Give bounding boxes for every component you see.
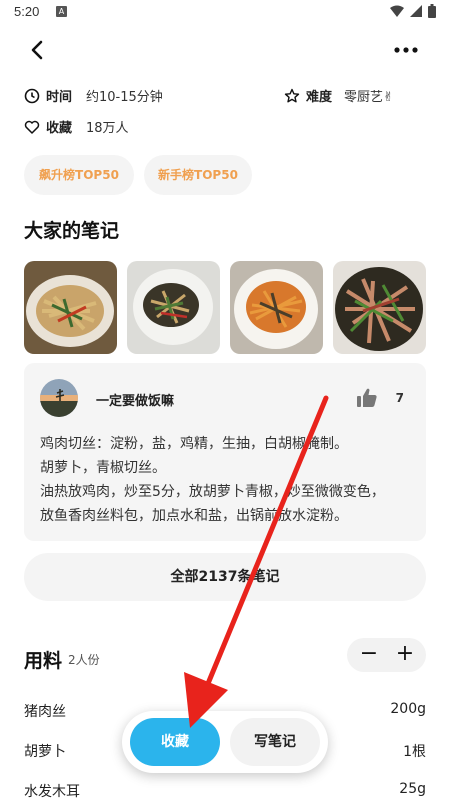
servings-stepper: − + — [347, 638, 426, 672]
all-notes-button[interactable]: 全部2137条笔记 — [24, 553, 426, 601]
avatar[interactable] — [40, 379, 78, 417]
favorites-label: 收藏 — [46, 121, 73, 136]
bottom-action-bar: 收藏 写笔记 — [122, 711, 328, 773]
clock-icon — [24, 88, 40, 103]
back-arrow-icon[interactable] — [24, 36, 52, 64]
note-photo-3[interactable] — [230, 261, 323, 354]
food-photo-1 — [24, 261, 117, 354]
ingredient-name: 水发木耳 — [24, 784, 80, 800]
ingredients-title: 用料 — [24, 650, 63, 672]
difficulty-info: 难度 零厨艺✌ — [284, 86, 394, 105]
difficulty-value: 零厨艺✌ — [344, 90, 394, 105]
status-bar: 5:20 A — [0, 0, 450, 24]
tag-beginner-top50[interactable]: 新手榜TOP50 — [144, 155, 252, 195]
food-photo-2 — [127, 261, 220, 354]
notification-icon: A — [56, 6, 67, 17]
ingredient-qty: 200g — [390, 701, 426, 717]
time-value: 约10-15分钟 — [86, 90, 163, 105]
featured-note-card[interactable]: 一定要做饭嘛 7 鸡肉切丝：淀粉，盐，鸡精，生抽，白胡椒腌制。 胡萝卜，青椒切丝… — [24, 363, 426, 541]
note-photo-2[interactable] — [127, 261, 220, 354]
more-options-icon[interactable] — [390, 38, 422, 62]
thumbs-up-icon[interactable] — [356, 387, 378, 409]
note-line: 胡萝卜，青椒切丝。 — [40, 460, 166, 476]
signal-icon — [410, 5, 422, 17]
increase-servings-button[interactable]: + — [387, 638, 423, 672]
favorites-info: 收藏 18万人 — [24, 117, 129, 136]
food-photo-3 — [230, 261, 323, 354]
note-photo-1[interactable] — [24, 261, 117, 354]
ingredient-row: 水发木耳 25g — [24, 781, 426, 805]
note-line: 鸡肉切丝：淀粉，盐，鸡精，生抽，白胡椒腌制。 — [40, 436, 348, 452]
food-photo-4 — [333, 261, 426, 354]
ingredient-qty: 25g — [399, 781, 426, 797]
status-time: 5:20 — [14, 4, 40, 19]
tag-trending-top50[interactable]: 飙升榜TOP50 — [24, 155, 134, 195]
ingredient-qty: 1根 — [403, 744, 426, 760]
note-author[interactable]: 一定要做饭嘛 — [96, 390, 174, 409]
heart-icon — [24, 120, 40, 134]
time-label: 时间 — [46, 90, 73, 105]
servings-label: 2人份 — [68, 653, 100, 667]
note-photo-4[interactable] — [333, 261, 426, 354]
ingredient-name: 猪肉丝 — [24, 704, 66, 720]
favorite-button[interactable]: 收藏 — [130, 718, 220, 766]
star-icon — [284, 88, 300, 102]
like-count: 7 — [395, 391, 404, 405]
ingredient-name: 胡萝卜 — [24, 744, 66, 760]
note-content: 鸡肉切丝：淀粉，盐，鸡精，生抽，白胡椒腌制。 胡萝卜，青椒切丝。 油热放鸡肉，炒… — [40, 432, 420, 528]
battery-icon — [428, 4, 436, 18]
write-note-button[interactable]: 写笔记 — [230, 718, 320, 766]
time-info: 时间 约10-15分钟 — [24, 86, 163, 105]
avatar-image — [40, 379, 78, 417]
favorites-value: 18万人 — [86, 121, 129, 136]
difficulty-label: 难度 — [306, 90, 333, 105]
top-bar — [0, 30, 450, 70]
note-line: 油热放鸡肉，炒至5分，放胡萝卜青椒，炒至微微变色， — [40, 484, 385, 500]
wifi-icon — [390, 5, 404, 17]
decrease-servings-button[interactable]: − — [351, 638, 387, 672]
notes-section-title: 大家的笔记 — [24, 220, 120, 242]
note-line: 放鱼香肉丝料包，加点水和盐，出锅前放水淀粉。 — [40, 508, 348, 524]
